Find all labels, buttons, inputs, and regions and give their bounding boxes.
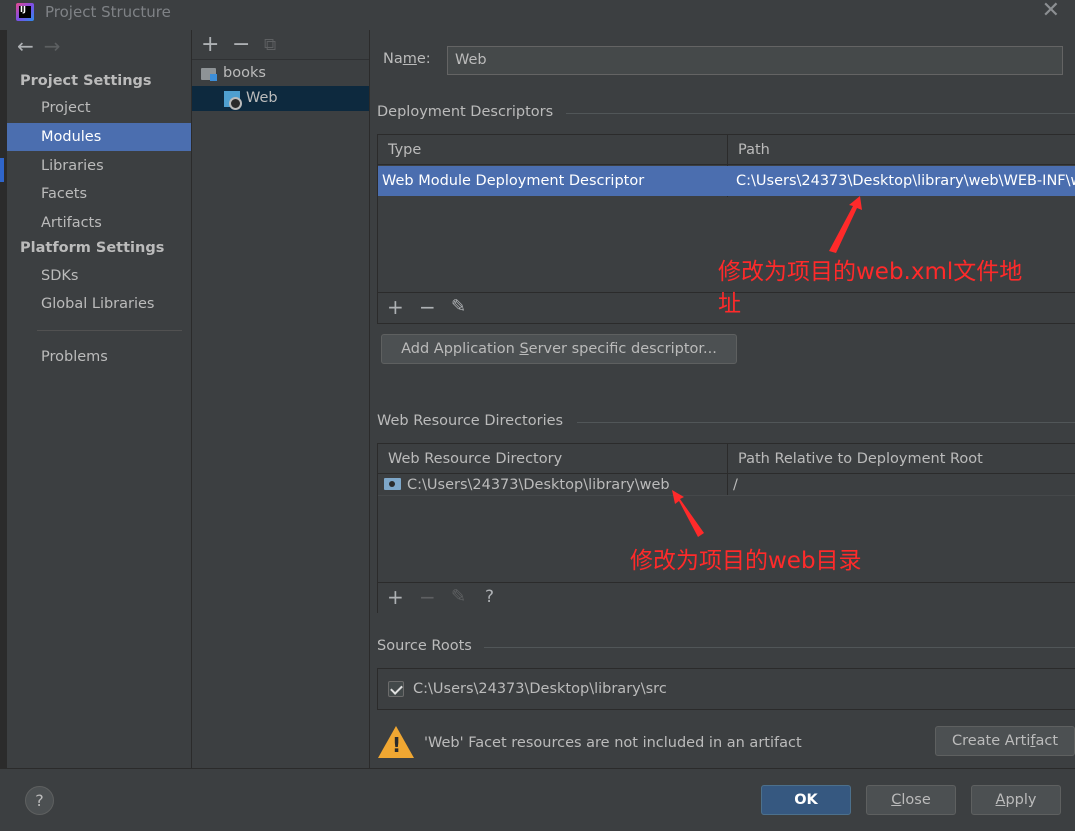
table-row[interactable]: C:\Users\24373\Desktop\library\web / bbox=[378, 474, 1075, 496]
ok-button[interactable]: OK bbox=[761, 785, 851, 815]
edit-icon[interactable]: ✎ bbox=[451, 296, 466, 317]
sidebar-divider bbox=[37, 330, 182, 331]
relative-path-cell: / bbox=[733, 477, 738, 493]
add-server-descriptor-button[interactable]: Add Application Server specific descript… bbox=[381, 334, 737, 364]
web-facet-icon bbox=[224, 91, 242, 110]
close-button[interactable]: Close bbox=[866, 785, 956, 815]
forward-arrow-icon[interactable]: → bbox=[44, 34, 61, 58]
history-nav: ← → bbox=[17, 34, 61, 58]
annotation-descriptor-note: 修改为项目的web.xml文件地址 bbox=[718, 259, 1023, 317]
descriptor-path-cell: C:\Users\24373\Desktop\library\web\WEB-I… bbox=[736, 173, 1075, 189]
tree-item-label: Web bbox=[246, 90, 278, 106]
sidebar-item-libraries[interactable]: Libraries bbox=[7, 152, 191, 180]
section-divider bbox=[577, 422, 1075, 423]
warning-mark: ! bbox=[392, 733, 402, 757]
web-resource-directories-table: Web Resource Directory Path Relative to … bbox=[377, 443, 1075, 613]
section-divider bbox=[484, 647, 1075, 648]
deployment-descriptors-title: Deployment Descriptors bbox=[377, 104, 554, 120]
column-header-relative-path[interactable]: Path Relative to Deployment Root bbox=[728, 444, 983, 474]
sidebar-item-artifacts[interactable]: Artifacts bbox=[7, 209, 191, 237]
remove-icon[interactable]: − bbox=[232, 32, 250, 57]
source-root-checkbox[interactable] bbox=[388, 681, 404, 697]
sidebar-item-facets[interactable]: Facets bbox=[7, 180, 191, 208]
resource-directory-cell: C:\Users\24373\Desktop\library\web bbox=[380, 474, 726, 496]
dialog-footer: ? OK Close Apply bbox=[0, 768, 1075, 831]
remove-icon[interactable]: − bbox=[419, 295, 436, 319]
module-tree-panel: + − ⧉ books Web bbox=[192, 30, 369, 768]
add-icon[interactable]: + bbox=[387, 295, 404, 319]
section-divider bbox=[566, 113, 1075, 114]
name-field[interactable]: Web bbox=[447, 46, 1063, 75]
edit-icon[interactable]: ✎ bbox=[451, 586, 466, 607]
sidebar-item-global-libraries[interactable]: Global Libraries bbox=[7, 290, 191, 318]
window-edge bbox=[0, 30, 7, 768]
tree-item-web[interactable]: Web bbox=[192, 86, 369, 111]
apply-button[interactable]: Apply bbox=[971, 785, 1061, 815]
tree-item-books[interactable]: books bbox=[192, 61, 369, 86]
settings-sidebar: ← → Project Settings Project Modules Libr… bbox=[7, 30, 191, 768]
table-toolbar: + − ✎ ? bbox=[378, 582, 1075, 613]
tree-item-label: books bbox=[223, 65, 266, 81]
source-roots-list: C:\Users\24373\Desktop\library\src bbox=[377, 668, 1075, 710]
back-arrow-icon[interactable]: ← bbox=[17, 34, 34, 58]
help-button[interactable]: ? bbox=[25, 786, 54, 815]
facet-settings-panel: Name: Web Deployment Descriptors Type Pa… bbox=[370, 30, 1075, 768]
name-label: Name: bbox=[383, 51, 431, 67]
title-bar: IJ Project Structure ✕ bbox=[0, 0, 1075, 26]
column-header-path[interactable]: Path bbox=[728, 135, 770, 165]
create-artifact-button[interactable]: Create Artifact bbox=[935, 726, 1075, 756]
edge-marker bbox=[0, 158, 4, 182]
warning-message: 'Web' Facet resources are not included i… bbox=[424, 735, 802, 751]
platform-settings-heading: Platform Settings bbox=[20, 240, 165, 256]
project-settings-heading: Project Settings bbox=[20, 73, 152, 89]
module-toolbar: + − ⧉ bbox=[192, 30, 369, 60]
intellij-logo-icon: IJ bbox=[16, 3, 34, 21]
sidebar-item-sdks[interactable]: SDKs bbox=[7, 262, 191, 290]
help-icon[interactable]: ? bbox=[485, 587, 494, 607]
table-row[interactable]: Web Module Deployment Descriptor C:\User… bbox=[378, 166, 1075, 196]
annotation-directory-note: 修改为项目的web目录 bbox=[630, 548, 862, 574]
web-directory-icon bbox=[384, 478, 401, 490]
column-header-type[interactable]: Type bbox=[378, 135, 421, 165]
source-root-path: C:\Users\24373\Desktop\library\src bbox=[413, 681, 667, 697]
close-icon[interactable]: ✕ bbox=[1042, 0, 1060, 23]
remove-icon[interactable]: − bbox=[419, 585, 436, 609]
source-roots-title: Source Roots bbox=[377, 638, 472, 654]
descriptor-type-cell: Web Module Deployment Descriptor bbox=[382, 173, 645, 189]
web-resource-directories-title: Web Resource Directories bbox=[377, 413, 564, 429]
add-icon[interactable]: + bbox=[387, 585, 404, 609]
sidebar-item-problems[interactable]: Problems bbox=[7, 343, 191, 371]
column-header-directory[interactable]: Web Resource Directory bbox=[378, 444, 562, 474]
sidebar-item-project[interactable]: Project bbox=[7, 94, 191, 122]
add-icon[interactable]: + bbox=[201, 32, 219, 57]
sidebar-item-modules[interactable]: Modules bbox=[7, 123, 191, 151]
module-folder-icon bbox=[201, 68, 217, 81]
copy-icon[interactable]: ⧉ bbox=[264, 35, 276, 55]
window-title: Project Structure bbox=[45, 3, 171, 21]
